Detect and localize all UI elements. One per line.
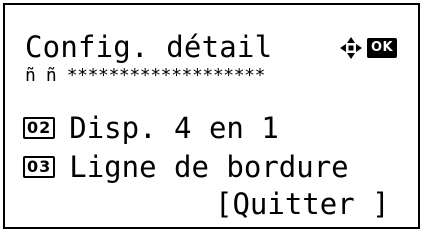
menu-item-disp-4-en-1[interactable]: 02 Disp. 4 en 1 bbox=[23, 111, 279, 145]
four-way-arrow-icon bbox=[340, 37, 362, 59]
menu-item-label: Disp. 4 en 1 bbox=[69, 111, 279, 145]
lcd-panel: Config. détail OK ñ ñ ******************… bbox=[3, 3, 420, 229]
menu-item-ligne-de-bordure[interactable]: 03 Ligne de bordure bbox=[23, 150, 349, 184]
separator-line: ñ ñ ******************* bbox=[25, 65, 266, 86]
title-icons: OK bbox=[338, 34, 398, 62]
ok-badge-icon: OK bbox=[367, 38, 398, 58]
screen-title: Config. détail bbox=[25, 30, 273, 64]
menu-item-number: 03 bbox=[23, 156, 56, 178]
menu-item-number: 02 bbox=[23, 117, 56, 139]
quit-softkey-button[interactable]: [Quitter ] bbox=[215, 186, 390, 222]
menu-item-label: Ligne de bordure bbox=[69, 150, 349, 184]
